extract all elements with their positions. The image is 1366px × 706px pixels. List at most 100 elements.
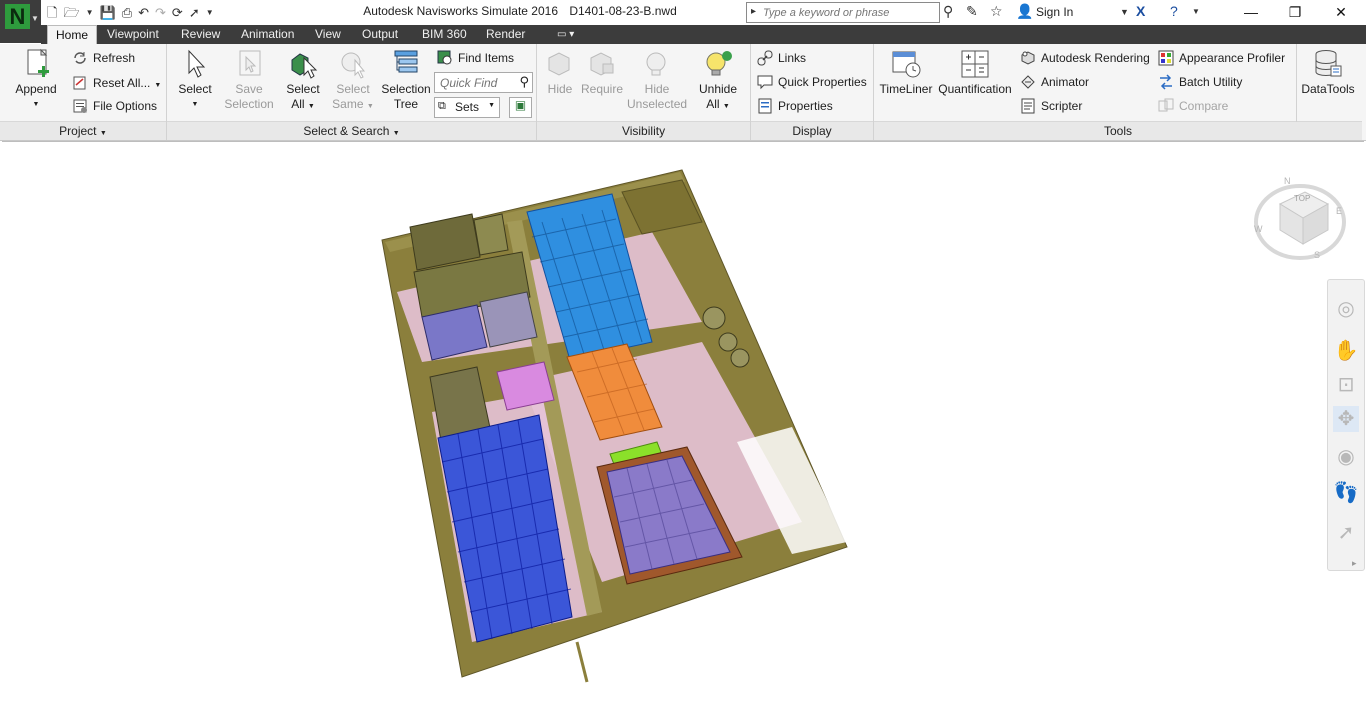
steering-wheel-icon[interactable]: ◎ [1333, 296, 1359, 322]
select-cursor-icon[interactable]: ➚ [189, 4, 200, 21]
quick-find-input[interactable] [438, 74, 514, 91]
search-box[interactable]: ▸ [746, 2, 940, 23]
file-options-label: File Options [93, 99, 158, 113]
unhide-all-label-1: Unhide [698, 82, 738, 96]
dropdown-arrow-icon[interactable]: ▼ [86, 4, 94, 21]
help-dropdown-icon[interactable]: ▼ [1192, 7, 1200, 16]
panel-project-title[interactable]: Project ▼ [0, 121, 166, 140]
compass-east[interactable]: E [1336, 206, 1342, 216]
links-button[interactable]: Links [757, 48, 806, 68]
exchange-apps-icon[interactable]: X [1136, 3, 1145, 19]
quantification-button[interactable]: Quantification [936, 48, 1014, 97]
communication-center-icon[interactable]: ✎ [966, 3, 978, 20]
datatools-button[interactable]: DataTools [1298, 48, 1358, 97]
find-items-button[interactable]: Find Items [437, 48, 514, 68]
select-tool-icon[interactable]: ➚ [1333, 520, 1359, 546]
search-arrow-icon[interactable]: ▸ [751, 6, 756, 17]
close-button[interactable]: ✕ [1318, 2, 1364, 22]
customize-toolbar-icon[interactable]: ▼ [206, 4, 214, 21]
selection-tree-button[interactable]: Selection Tree [379, 48, 433, 112]
manage-sets-button[interactable]: ▣ [509, 97, 532, 118]
select-all-button[interactable]: Select All ▼ [281, 48, 325, 114]
quick-find-box[interactable]: ⚲ [434, 72, 533, 93]
unhide-all-button[interactable]: Unhide All ▼ [695, 48, 741, 114]
pan-hand-icon[interactable]: ✋ [1333, 338, 1359, 364]
autodesk-rendering-button[interactable]: Autodesk Rendering [1020, 48, 1150, 68]
hide-button[interactable]: Hide [540, 48, 580, 97]
require-button[interactable]: Require [579, 48, 625, 97]
application-menu-button[interactable]: N ▼ [0, 0, 41, 43]
select-button[interactable]: Select ▼ [175, 48, 215, 112]
save-icon[interactable]: 💾 [100, 4, 116, 21]
search-input[interactable] [761, 4, 935, 21]
refresh-icon[interactable]: ⟳ [172, 4, 183, 21]
select-all-dropdown-icon: ▼ [307, 103, 315, 110]
sets-dropdown[interactable]: ⧉ Sets ▼ [434, 97, 500, 118]
tab-home[interactable]: Home [47, 25, 98, 45]
save-selection-button[interactable]: Save Selection [221, 48, 277, 112]
reset-all-button[interactable]: Reset All... ▼ [72, 73, 161, 93]
signin-dropdown-icon[interactable]: ▼ [1120, 7, 1129, 17]
refresh-label: Refresh [93, 51, 136, 65]
scripter-button[interactable]: Scripter [1020, 96, 1082, 116]
panel-select-search-title[interactable]: Select & Search ▼ [167, 121, 536, 140]
hide-label: Hide [547, 82, 573, 96]
properties-button[interactable]: Properties [757, 96, 833, 116]
quantification-label: Quantification [938, 82, 1012, 96]
favorites-star-icon[interactable]: ☆ [990, 3, 1003, 20]
navbar-options-icon[interactable]: ▸ [1352, 558, 1357, 569]
restore-button[interactable]: ❐ [1272, 2, 1318, 22]
hide-unselected-button[interactable]: Hide Unselected [627, 48, 687, 112]
links-icon [757, 50, 773, 66]
tab-animation[interactable]: Animation [233, 25, 302, 44]
zoom-window-icon[interactable]: ⊡ [1333, 372, 1359, 398]
batch-utility-button[interactable]: Batch Utility [1158, 72, 1242, 92]
panel-select-search: Select ▼ Save Selection Select All ▼ Sel… [167, 44, 537, 140]
compare-icon [1158, 98, 1174, 114]
viewcube[interactable]: TOP N E S W [1250, 174, 1350, 264]
compare-button[interactable]: Compare [1158, 96, 1228, 116]
print-icon[interactable]: ⎙ [122, 4, 132, 21]
tab-viewpoint[interactable]: Viewpoint [99, 25, 167, 44]
file-options-button[interactable]: File Options [72, 96, 157, 116]
tab-view[interactable]: View [307, 25, 349, 44]
sign-in-button[interactable]: Sign In [1036, 5, 1073, 19]
tab-output[interactable]: Output [354, 25, 406, 44]
undo-icon[interactable]: ↶ [138, 4, 149, 21]
appearance-profiler-button[interactable]: Appearance Profiler [1158, 48, 1285, 68]
3d-viewport[interactable]: TOP N E S W [2, 141, 1364, 703]
minimize-button[interactable]: — [1228, 2, 1274, 22]
help-icon[interactable]: ? [1170, 3, 1178, 19]
refresh-button[interactable]: Refresh [72, 48, 135, 68]
binoculars-icon[interactable]: ⚲ [943, 3, 953, 20]
reset-all-dropdown-icon: ▼ [154, 82, 162, 89]
open-file-icon[interactable]: 🗁 [63, 4, 79, 21]
walk-icon[interactable]: 👣 [1333, 480, 1359, 506]
find-items-icon [437, 50, 453, 66]
quick-find-search-icon[interactable]: ⚲ [519, 74, 529, 90]
quick-properties-button[interactable]: Quick Properties [757, 72, 867, 92]
hide-unselected-icon [640, 48, 674, 80]
select-same-label-1: Select [336, 82, 370, 96]
window-title: Autodesk Navisworks Simulate 2016 D1401-… [300, 4, 740, 18]
tab-overflow-button[interactable]: ▭ ▾ [549, 25, 582, 44]
compass-north[interactable]: N [1284, 176, 1291, 186]
viewcube-top-face[interactable]: TOP [1294, 194, 1310, 203]
compass-south[interactable]: S [1314, 250, 1320, 260]
site-model-canvas[interactable] [2, 142, 1364, 703]
new-file-icon[interactable]: 🗋 [47, 4, 57, 21]
select-same-button[interactable]: Select Same ▼ [331, 48, 375, 114]
tab-review[interactable]: Review [173, 25, 228, 44]
user-icon[interactable]: 👤 [1016, 3, 1033, 20]
tab-render[interactable]: Render [478, 25, 533, 44]
animator-button[interactable]: Animator [1020, 72, 1089, 92]
hide-unselected-label-1: Hide [644, 82, 670, 96]
look-around-icon[interactable]: ◉ [1333, 444, 1359, 470]
orbit-icon[interactable]: ✥ [1333, 406, 1359, 432]
append-button[interactable]: Append ▼ [10, 48, 62, 112]
save-selection-icon [232, 48, 266, 80]
compass-west[interactable]: W [1254, 224, 1263, 234]
tab-bim360[interactable]: BIM 360 [414, 25, 475, 44]
redo-icon[interactable]: ↷ [155, 4, 166, 21]
timeliner-button[interactable]: TimeLiner [878, 48, 934, 97]
